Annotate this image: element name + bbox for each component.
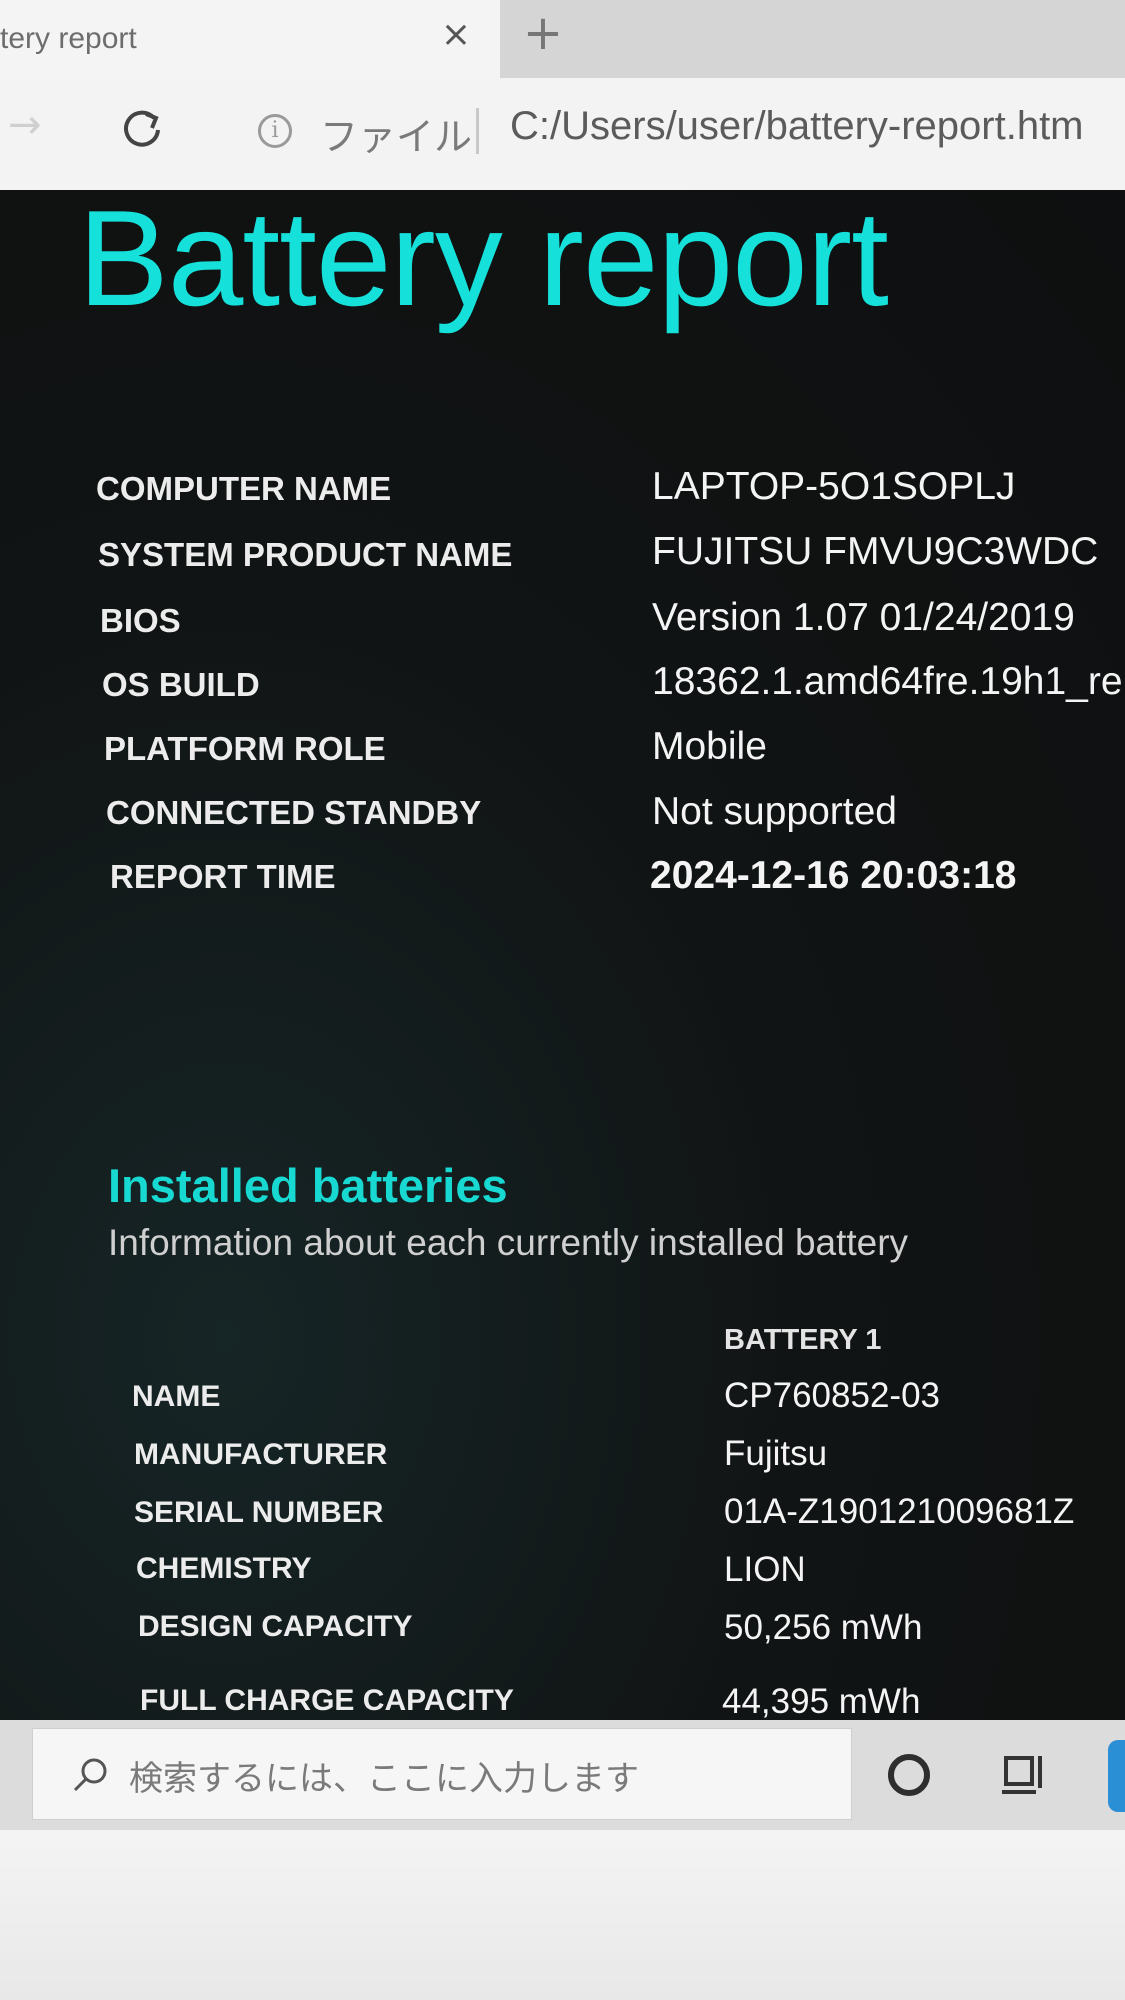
os-build-value: 18362.1.amd64fre.19h1_rele (652, 660, 1125, 703)
system-product-name-label: SYSTEM PRODUCT NAME (98, 536, 513, 573)
computer-name-value: LAPTOP-5O1SOPLJ (652, 465, 1016, 508)
installed-batteries-subtitle: Information about each currently install… (108, 1222, 909, 1263)
pinned-app-icon[interactable] (1108, 1740, 1125, 1812)
navigation-bar: → i ファイル C:/Users/user/battery-report.ht… (0, 78, 1125, 190)
connected-standby-value: Not supported (652, 790, 897, 833)
platform-role-value: Mobile (652, 725, 767, 768)
battery-name-value: CP760852-03 (724, 1376, 940, 1415)
design-capacity-label: DESIGN CAPACITY (138, 1610, 413, 1643)
report-content: Battery report COMPUTER NAME LAPTOP-5O1S… (0, 190, 1125, 1720)
full-charge-capacity-label: FULL CHARGE CAPACITY (140, 1684, 514, 1717)
installed-batteries-heading: Installed batteries (108, 1159, 508, 1212)
close-icon[interactable]: × (435, 14, 477, 56)
refresh-icon[interactable] (120, 108, 164, 152)
taskbar-search-box[interactable]: 検索するには、ここに入力します (32, 1728, 852, 1820)
address-divider (476, 108, 479, 154)
cortana-icon[interactable] (888, 1754, 930, 1796)
serial-number-label: SERIAL NUMBER (134, 1496, 384, 1529)
bios-value: Version 1.07 01/24/2019 (652, 596, 1075, 639)
new-tab-icon[interactable]: + (518, 8, 568, 58)
forward-icon[interactable]: → (8, 102, 42, 148)
page-title: Battery report (78, 190, 889, 334)
battery-column-header: BATTERY 1 (724, 1324, 882, 1356)
search-icon (73, 1758, 107, 1792)
manufacturer-label: MANUFACTURER (134, 1438, 388, 1471)
chemistry-value: LION (724, 1550, 806, 1589)
platform-role-label: PLATFORM ROLE (104, 730, 386, 767)
search-placeholder: 検索するには、ここに入力します (129, 1759, 639, 1799)
manufacturer-value: Fujitsu (724, 1434, 828, 1473)
address-scheme: ファイル (320, 115, 473, 159)
design-capacity-value: 50,256 mWh (724, 1608, 923, 1647)
task-view-icon[interactable] (1000, 1748, 1050, 1800)
info-icon[interactable]: i (258, 114, 292, 148)
tab-title: tery report (0, 22, 137, 55)
taskbar: 検索するには、ここに入力します (0, 1720, 1125, 1830)
full-charge-capacity-value: 44,395 mWh (722, 1682, 921, 1720)
report-time-label: REPORT TIME (110, 858, 336, 895)
browser-tab-strip: tery report × + (0, 0, 1125, 78)
report-time-value: 2024-12-16 20:03:18 (650, 854, 1017, 897)
tab-battery-report[interactable]: tery report × (0, 0, 500, 78)
serial-number-value: 01A-Z190121009681Z (724, 1492, 1075, 1531)
bios-label: BIOS (100, 602, 181, 639)
system-product-name-value: FUJITSU FMVU9C3WDC (652, 530, 1099, 573)
battery-name-label: NAME (132, 1380, 221, 1413)
connected-standby-label: CONNECTED STANDBY (106, 794, 482, 831)
screen-bezel (0, 1830, 1125, 2000)
chemistry-label: CHEMISTRY (136, 1552, 312, 1585)
os-build-label: OS BUILD (102, 666, 260, 703)
address-url[interactable]: C:/Users/user/battery-report.htm (510, 104, 1084, 149)
computer-name-label: COMPUTER NAME (96, 470, 392, 507)
